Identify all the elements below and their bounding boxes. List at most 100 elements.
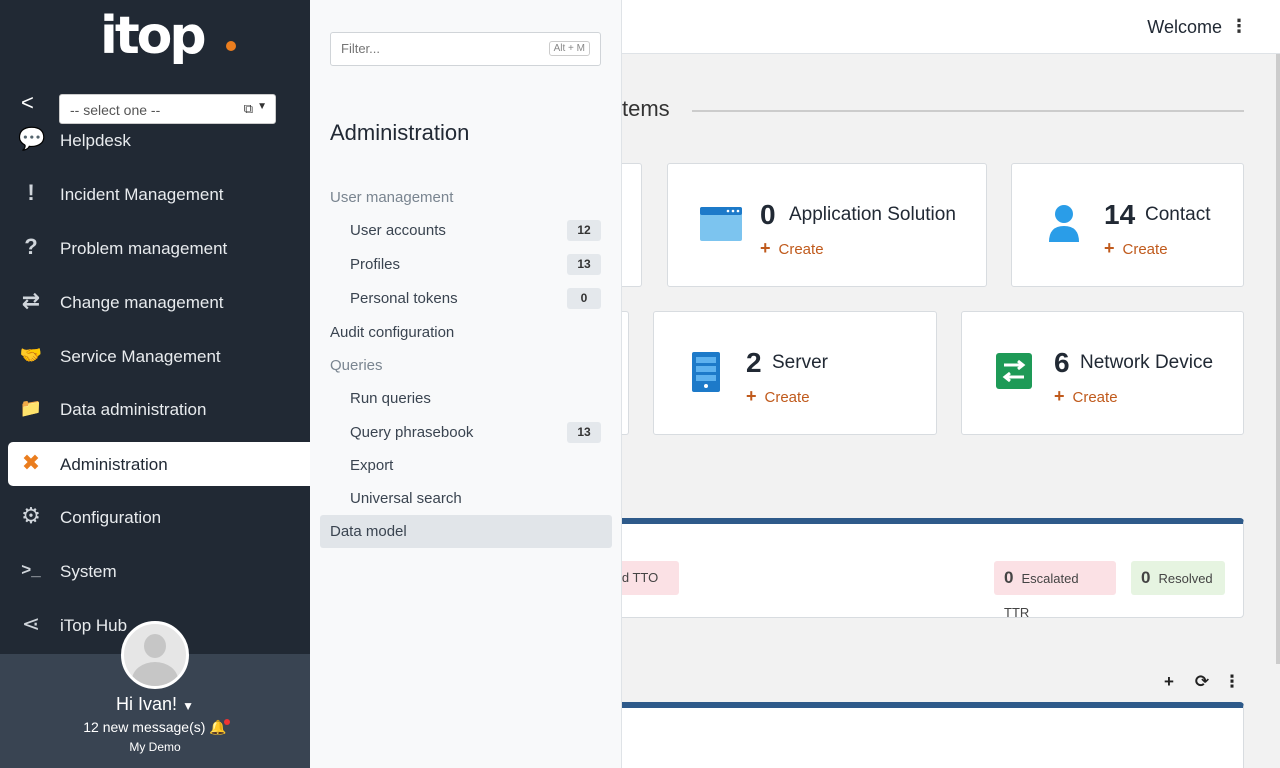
- dashlet-server[interactable]: 2 Server + Create: [653, 311, 937, 435]
- create-link-label: Create: [1072, 389, 1118, 406]
- share-icon: ⋖: [21, 611, 41, 636]
- status-pill-resolved[interactable]: 0 Resolved: [1131, 561, 1225, 595]
- tools-icon: ✖: [21, 450, 41, 475]
- menu-filter[interactable]: Alt + M: [330, 32, 601, 66]
- menu-item-run-queries[interactable]: Run queries: [350, 390, 431, 407]
- create-link[interactable]: + Create: [1104, 238, 1168, 259]
- pill-count: 0: [1141, 568, 1151, 587]
- dashlet-count: 14: [1104, 199, 1136, 230]
- nav-item-system[interactable]: >_ System: [8, 549, 310, 593]
- nav-item-helpdesk[interactable]: 💬 Helpdesk: [8, 118, 310, 162]
- nav-item-change-management[interactable]: ⇄ Change management: [8, 280, 310, 324]
- nav-item-label: Incident Management: [60, 185, 224, 204]
- filter-shortcut-hint: Alt + M: [548, 41, 590, 56]
- avatar[interactable]: [121, 621, 189, 689]
- person-icon: [1049, 205, 1079, 242]
- hierarchy-icon: ⧉: [243, 101, 253, 116]
- menu-group-user-management[interactable]: User management: [330, 189, 453, 206]
- menu-group-queries[interactable]: Queries: [330, 357, 383, 374]
- menu-item-universal-search[interactable]: Universal search: [350, 490, 462, 507]
- dashlet-label: Application Solution: [789, 204, 956, 225]
- handshake-icon: 🤝: [19, 345, 43, 365]
- create-link-label: Create: [778, 241, 824, 258]
- exclamation-icon: !: [27, 180, 35, 205]
- create-link-label: Create: [764, 389, 810, 406]
- nav-item-data-administration[interactable]: 📁 Data administration: [8, 387, 310, 431]
- dashlet-contact[interactable]: 14 Contact + Create: [1011, 163, 1244, 287]
- navigation-sidebar: itop < -- select one -- ⧉ ▼ 💬 Helpdesk !…: [0, 0, 310, 768]
- pill-count: 0: [1004, 568, 1014, 587]
- dashlet-count: 0: [760, 199, 776, 230]
- dashlet-count: 6: [1054, 347, 1070, 378]
- filter-input[interactable]: [341, 41, 541, 56]
- nav-item-configuration[interactable]: ⚙ Configuration: [8, 495, 310, 539]
- nav-item-service-management[interactable]: 🤝 Service Management: [8, 334, 310, 378]
- menu-item-data-model[interactable]: Data model: [330, 523, 407, 540]
- nav-item-label: Administration: [60, 455, 168, 474]
- avatar-body: [132, 662, 178, 686]
- nav-item-label: iTop Hub: [60, 616, 128, 635]
- menu-item-profiles[interactable]: Profiles: [350, 256, 400, 273]
- nav-item-label: Problem management: [60, 239, 228, 258]
- list-panel: [610, 702, 1244, 768]
- administration-flyout-menu: Alt + M Administration User management U…: [310, 0, 622, 768]
- avatar-head: [144, 634, 166, 658]
- network-device-icon: [996, 353, 1032, 389]
- nav-item-problem-management[interactable]: ? Problem management: [8, 226, 310, 270]
- collapse-menu-icon[interactable]: <: [21, 90, 34, 116]
- section-title: tems: [622, 96, 670, 121]
- dashlet-label: Contact: [1145, 204, 1211, 225]
- create-link[interactable]: + Create: [746, 386, 810, 407]
- count-badge: 0: [567, 288, 601, 309]
- user-greeting[interactable]: Hi Ivan! ▼: [0, 694, 310, 715]
- nav-item-label: System: [60, 562, 117, 581]
- section-divider: [692, 110, 1244, 112]
- application-window-icon: [700, 207, 742, 241]
- nav-item-incident-management[interactable]: ! Incident Management: [8, 172, 310, 216]
- new-messages-text: 12 new message(s): [83, 719, 206, 735]
- user-greeting-text: Hi Ivan!: [116, 694, 178, 714]
- menu-item-audit-configuration[interactable]: Audit configuration: [330, 324, 454, 341]
- dashlet-label: Network Device: [1080, 352, 1214, 373]
- server-icon: [692, 352, 720, 392]
- welcome-label[interactable]: Welcome: [1147, 17, 1222, 38]
- dashlet-count: 2: [746, 347, 762, 378]
- chevron-down-icon: ▼: [182, 699, 194, 713]
- speech-bubble-icon: 💬: [18, 126, 46, 151]
- more-icon[interactable]: ⋮: [1223, 672, 1241, 692]
- pill-label: Resolved: [1158, 571, 1213, 586]
- create-link-label: Create: [1122, 241, 1168, 258]
- pill-label: Escalated TTR: [1004, 571, 1079, 620]
- create-link[interactable]: + Create: [1054, 386, 1118, 407]
- nav-item-administration[interactable]: ✖ Administration: [8, 442, 310, 486]
- scrollbar[interactable]: [1276, 54, 1280, 664]
- nav-item-label: Change management: [60, 293, 224, 312]
- refresh-icon[interactable]: ⟳: [1193, 672, 1211, 692]
- dashlet-network-device[interactable]: 6 Network Device + Create: [961, 311, 1244, 435]
- user-menu-icon[interactable]: ⋮: [1230, 16, 1248, 37]
- add-icon[interactable]: +: [1160, 672, 1178, 692]
- flyout-title: Administration: [330, 120, 470, 145]
- organization-select-value: -- select one --: [70, 102, 161, 118]
- status-pill-escalated-ttr[interactable]: 0 Escalated TTR: [994, 561, 1116, 620]
- itop-logo[interactable]: itop: [100, 6, 207, 66]
- question-icon: ?: [24, 234, 38, 259]
- ticket-status-panel: ted TTO 0 Escalated TTR 0 Resolved: [605, 518, 1244, 620]
- nav-item-label: Configuration: [60, 508, 162, 527]
- exchange-arrows-icon: ⇄: [21, 288, 41, 313]
- menu-item-personal-tokens[interactable]: Personal tokens: [350, 290, 458, 307]
- count-badge: 12: [567, 220, 601, 241]
- count-badge: 13: [567, 422, 601, 443]
- menu-item-export[interactable]: Export: [350, 457, 393, 474]
- nav-item-label: Helpdesk: [60, 131, 131, 150]
- count-badge: 13: [567, 254, 601, 275]
- organization-name: My Demo: [129, 740, 181, 754]
- nav-item-label: Service Management: [60, 347, 221, 366]
- new-messages[interactable]: 12 new message(s) 🔔: [0, 719, 310, 736]
- menu-item-user-accounts[interactable]: User accounts: [350, 222, 446, 239]
- menu-item-query-phrasebook[interactable]: Query phrasebook: [350, 424, 473, 441]
- dashlet-application-solution[interactable]: 0 Application Solution + Create: [667, 163, 987, 287]
- create-link[interactable]: + Create: [760, 238, 824, 259]
- logo-dot: [226, 41, 236, 51]
- terminal-icon: >_: [21, 560, 41, 579]
